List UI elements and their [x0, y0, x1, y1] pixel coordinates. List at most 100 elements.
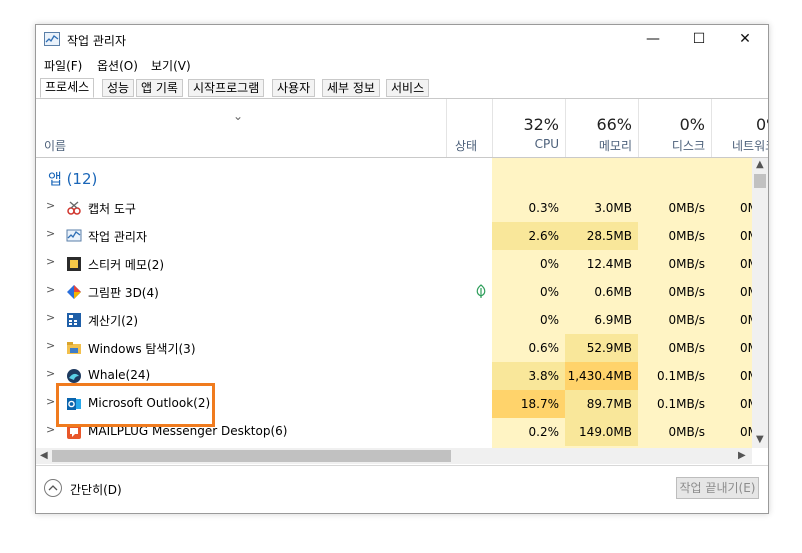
network-cell: 0Mbps [740, 425, 752, 439]
network-cell: 0Mbps [740, 257, 752, 271]
scroll-right-icon[interactable]: ▶ [738, 450, 746, 461]
end-task-button[interactable]: 작업 끝내기(E) [676, 477, 759, 499]
chevron-up-icon [48, 485, 58, 491]
memory-cell: 3.0MB [594, 201, 632, 215]
column-name[interactable]: 이름 [44, 137, 66, 154]
memory-cell: 149.0MB [565, 418, 638, 446]
expand-chevron-icon[interactable]: > [46, 339, 55, 352]
process-row[interactable]: > 계산기(2) 0% 6.9MB 0MB/s 0Mbps [36, 306, 752, 334]
column-header: ⌄ 이름 상태 32% CPU 66% 메모리 0% 디스크 0% 네트워크 [36, 99, 768, 158]
expand-chevron-icon[interactable]: > [46, 199, 55, 212]
network-cell: 0Mbps [740, 229, 752, 243]
footer-divider [36, 465, 768, 466]
network-cell: 0Mbps [740, 341, 752, 355]
tab-startup[interactable]: 시작프로그램 [188, 79, 265, 97]
close-button[interactable]: ✕ [722, 25, 768, 55]
paint-3d-icon [66, 284, 82, 300]
tab-details[interactable]: 세부 정보 [322, 79, 380, 97]
cpu-label: CPU [534, 137, 559, 151]
process-row[interactable]: > Windows 탐색기(3) 0.6% 52.9MB 0MB/s 0Mbps [36, 334, 752, 362]
tab-processes[interactable]: 프로세스 [40, 78, 95, 98]
expand-chevron-icon[interactable]: > [46, 255, 55, 268]
disk-cell: 0MB/s [668, 425, 705, 439]
memory-cell: 0.6MB [594, 285, 632, 299]
expand-chevron-icon[interactable]: > [46, 367, 55, 380]
snipping-tool-icon [66, 200, 82, 216]
network-cell: 0Mbps [740, 397, 752, 411]
memory-cell: 28.5MB [565, 222, 638, 250]
expand-chevron-icon[interactable]: > [46, 311, 55, 324]
process-name: Whale(24) [88, 368, 151, 382]
tab-users[interactable]: 사용자 [272, 79, 316, 97]
collapse-button[interactable] [44, 479, 62, 497]
tab-app-history[interactable]: 앱 기록 [136, 79, 183, 97]
collapse-label[interactable]: 간단히(D) [70, 481, 122, 498]
column-memory[interactable]: 66% 메모리 [565, 99, 638, 157]
disk-cell: 0MB/s [668, 341, 705, 355]
cpu-cell: 0.2% [528, 425, 560, 439]
column-status[interactable]: 상태 [446, 99, 492, 157]
memory-cell: 6.9MB [594, 313, 632, 327]
vertical-scroll-thumb[interactable] [754, 174, 766, 188]
network-cell: 0Mbps [740, 313, 752, 327]
scroll-left-icon[interactable]: ◀ [40, 450, 48, 461]
minimize-button[interactable]: — [630, 25, 676, 55]
memory-label: 메모리 [598, 139, 632, 153]
process-name: 작업 관리자 [88, 230, 148, 244]
cpu-cell: 0.3% [528, 201, 560, 215]
cpu-cell: 3.8% [492, 362, 565, 390]
network-cell: 0Mbps [740, 369, 752, 383]
network-label: 네트워크 [732, 139, 768, 153]
network-cell: 0Mbps [740, 285, 752, 299]
memory-cell: 1,430.4MB [565, 362, 638, 390]
tab-services[interactable]: 서비스 [386, 79, 430, 97]
expand-chevron-icon[interactable]: > [46, 283, 55, 296]
disk-total: 0% [679, 115, 705, 134]
menu-bar: 파일(F) 옵션(O) 보기(V) [36, 55, 768, 75]
title-bar[interactable]: 작업 관리자 — ☐ ✕ [36, 25, 768, 55]
sticky-notes-icon [66, 256, 82, 272]
network-total: 0% [756, 115, 768, 134]
column-disk[interactable]: 0% 디스크 [638, 99, 711, 157]
process-row[interactable]: > 작업 관리자 2.6%28.5MB 0MB/s 0Mbps [36, 222, 752, 250]
apps-group-title[interactable]: 앱 (12) [48, 168, 97, 189]
scroll-up-icon[interactable]: ▲ [756, 159, 764, 170]
memory-cell: 89.7MB [565, 390, 638, 418]
menu-options[interactable]: 옵션(O) [97, 57, 138, 74]
scroll-down-icon[interactable]: ▼ [756, 434, 764, 445]
disk-cell: 0MB/s [668, 285, 705, 299]
cpu-cell: 0% [539, 285, 559, 299]
task-manager-icon [44, 32, 60, 46]
tab-performance[interactable]: 성능 [102, 79, 135, 97]
expand-chevron-icon[interactable]: > [46, 227, 55, 240]
column-network[interactable]: 0% 네트워크 [711, 99, 768, 157]
process-row[interactable]: > 그림판 3D(4) 0% 0.6MB 0MB/s 0Mbps [36, 278, 752, 306]
memory-cell: 52.9MB [565, 334, 638, 362]
close-icon: ✕ [739, 31, 751, 47]
process-name: 그림판 3D(4) [88, 286, 159, 300]
maximize-button[interactable]: ☐ [676, 25, 722, 55]
process-name: 계산기(2) [88, 314, 139, 328]
vertical-scrollbar[interactable]: ▲ ▼ [752, 158, 768, 448]
horizontal-scroll-thumb[interactable] [52, 450, 451, 462]
disk-cell: 0MB/s [668, 229, 705, 243]
disk-cell: 0.1MB/s [657, 369, 705, 383]
task-manager-window: 작업 관리자 — ☐ ✕ 파일(F) 옵션(O) 보기(V) 프로세스 성능 앱… [35, 24, 769, 514]
task-manager-icon [66, 228, 82, 244]
process-row[interactable]: > 스티커 메모(2) 0% 12.4MB 0MB/s 0Mbps [36, 250, 752, 278]
disk-cell: 0MB/s [668, 201, 705, 215]
expand-chevron-icon[interactable]: > [46, 395, 55, 408]
horizontal-scrollbar[interactable]: ◀ ▶ [36, 448, 752, 464]
process-row[interactable]: > 캡처 도구 0.3% 3.0MB 0MB/s 0Mbps [36, 194, 752, 222]
cpu-total: 32% [523, 115, 559, 134]
menu-file[interactable]: 파일(F) [44, 57, 82, 74]
process-name: 캡처 도구 [88, 202, 136, 216]
minimize-icon: — [646, 31, 660, 47]
expand-chevron-icon[interactable]: > [46, 423, 55, 436]
column-cpu[interactable]: 32% CPU [492, 99, 565, 157]
menu-view[interactable]: 보기(V) [151, 57, 191, 74]
disk-cell: 0MB/s [668, 313, 705, 327]
outlook-highlight-box [56, 383, 215, 427]
sort-chevron-icon[interactable]: ⌄ [233, 109, 243, 123]
disk-cell: 0.1MB/s [657, 397, 705, 411]
